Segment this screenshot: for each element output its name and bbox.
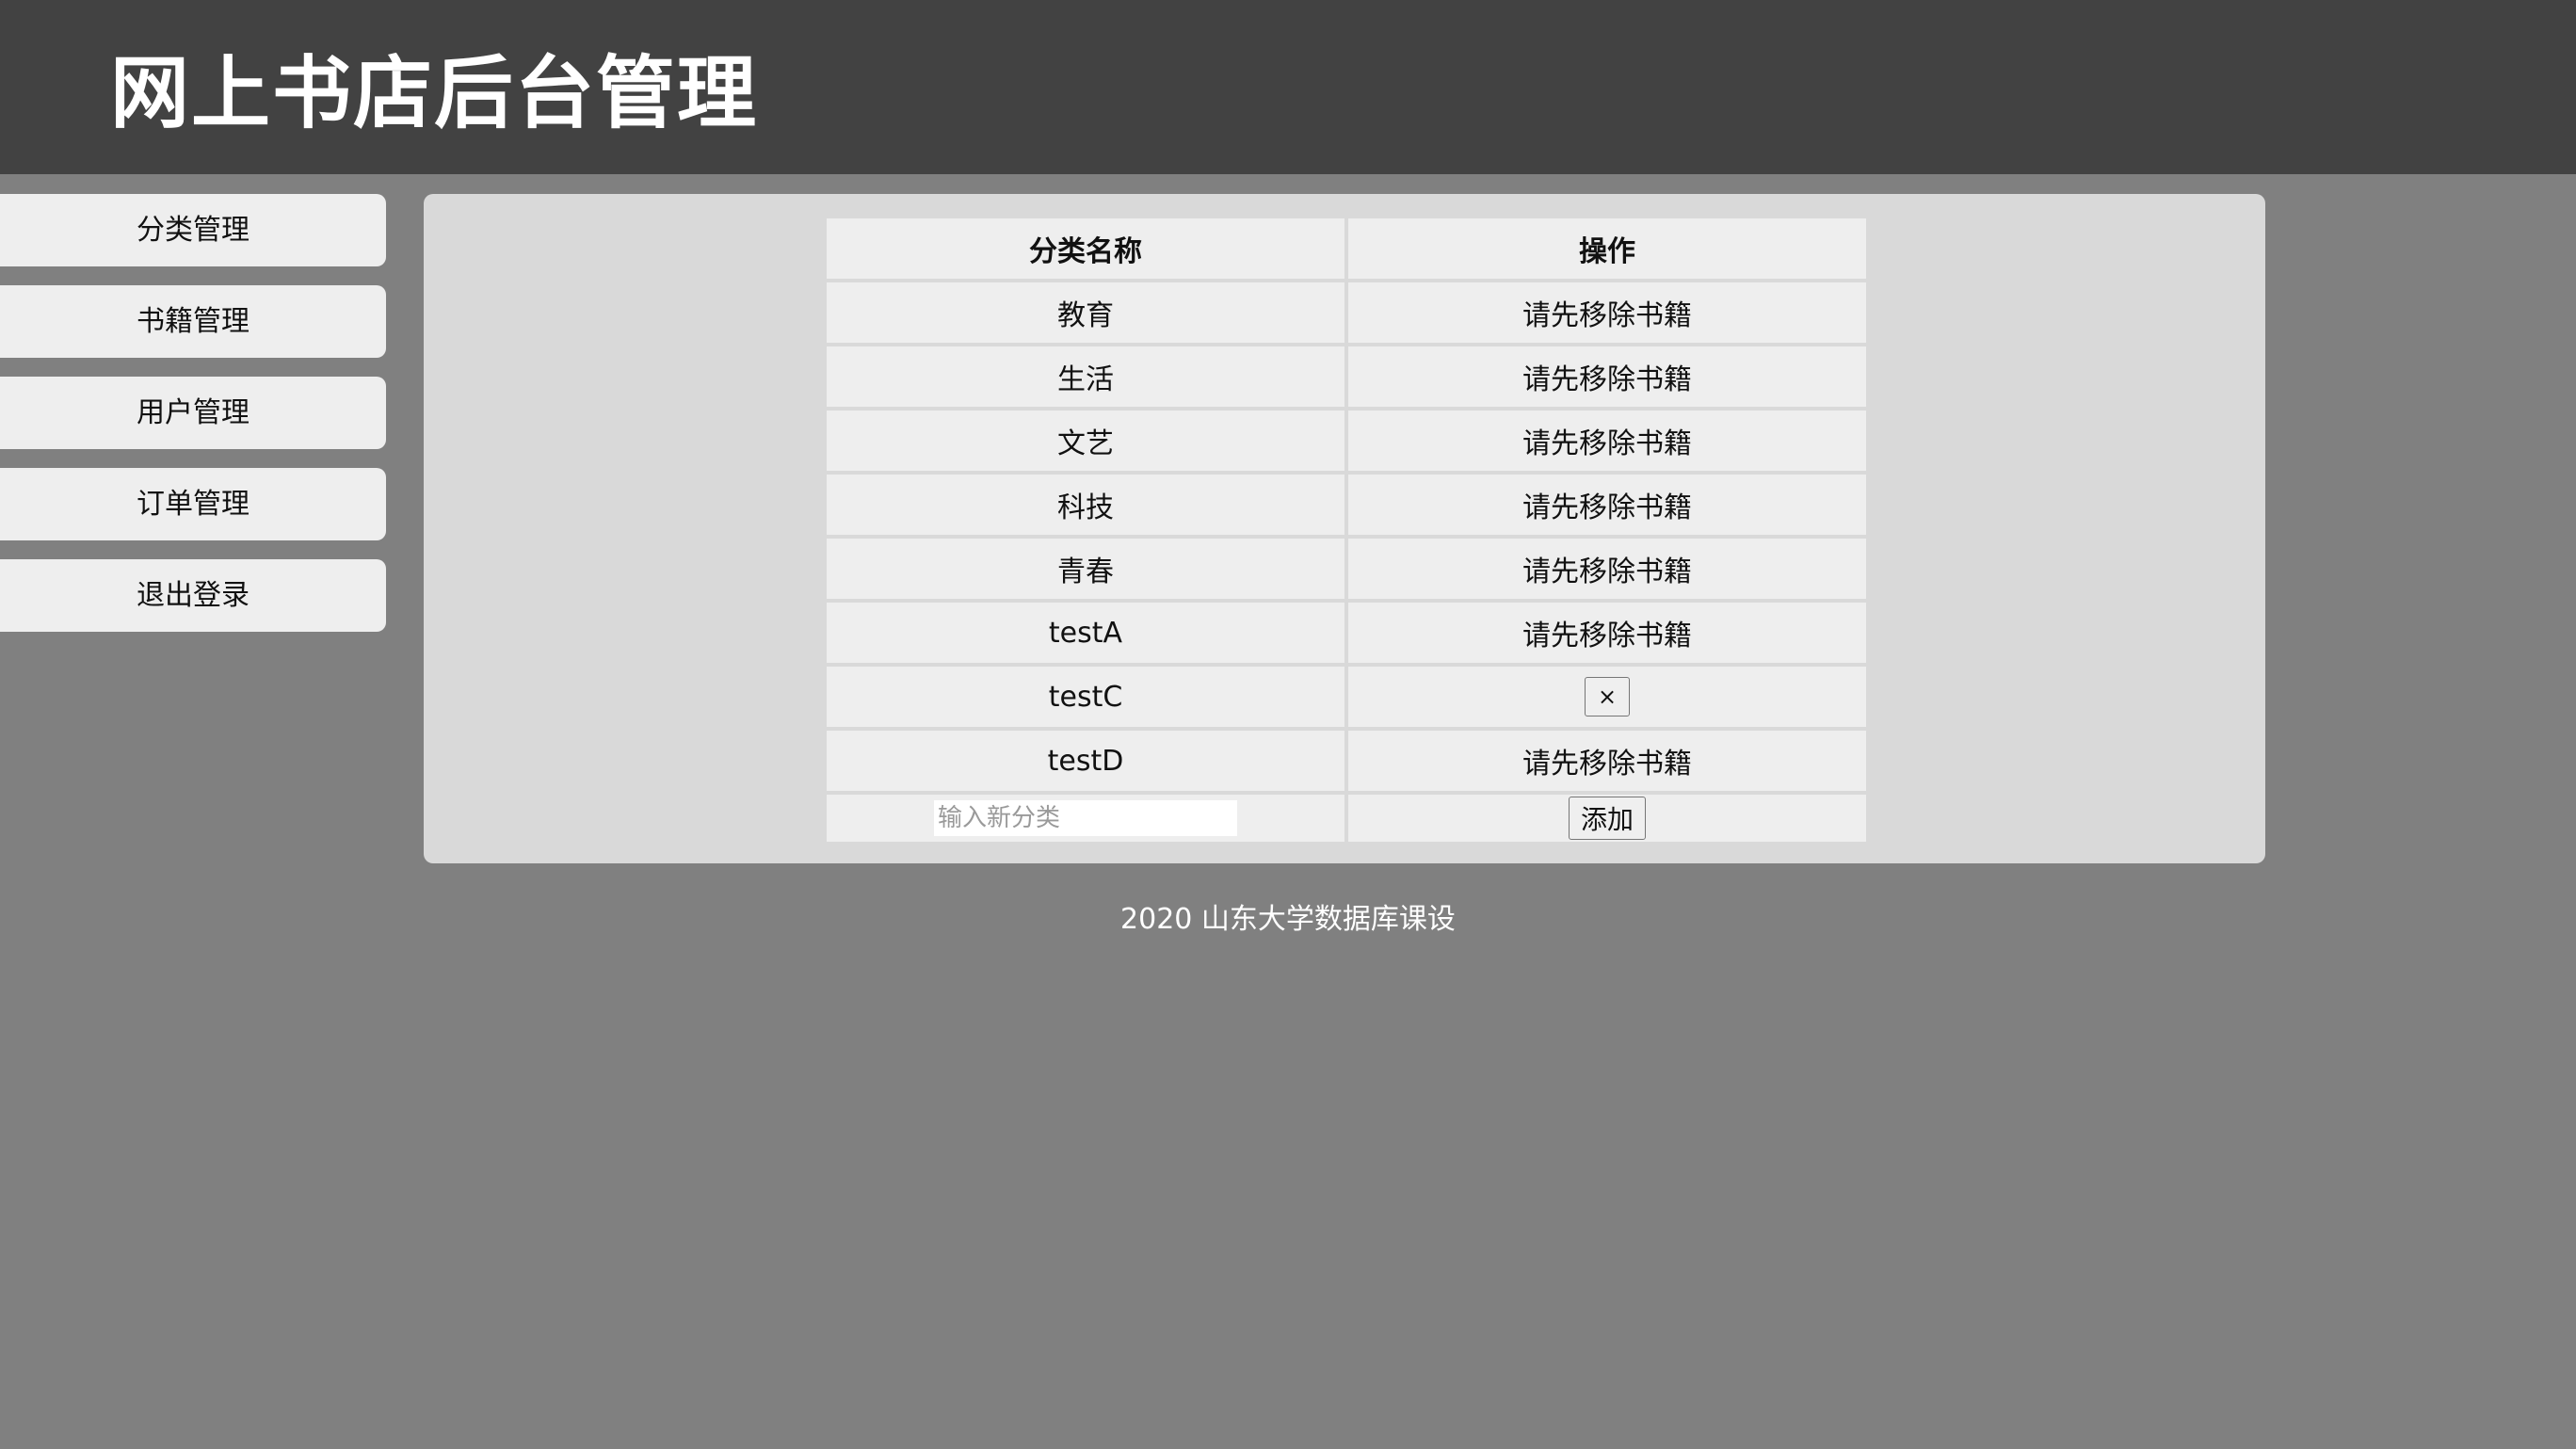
category-name-cell: 文艺 (827, 411, 1344, 471)
table-row: 青春 请先移除书籍 (827, 539, 1866, 599)
action-cell: × (1348, 667, 1866, 727)
new-category-cell (827, 795, 1344, 842)
category-table: 分类名称 操作 教育 请先移除书籍 生活 请先移除书籍 文艺 请先移除书籍 科技… (823, 215, 1870, 845)
sidebar-item-category-management[interactable]: 分类管理 (0, 194, 386, 266)
table-row: testA 请先移除书籍 (827, 603, 1866, 663)
remove-books-first-text: 请先移除书籍 (1348, 475, 1866, 535)
column-header-action: 操作 (1348, 218, 1866, 279)
category-name-cell: testC (827, 667, 1344, 727)
sidebar-item-user-management[interactable]: 用户管理 (0, 377, 386, 449)
sidebar-item-logout[interactable]: 退出登录 (0, 559, 386, 632)
column-header-category-name: 分类名称 (827, 218, 1344, 279)
category-name-cell: 科技 (827, 475, 1344, 535)
sidebar-nav: 分类管理 书籍管理 用户管理 订单管理 退出登录 (0, 194, 386, 651)
category-name-cell: testD (827, 731, 1344, 791)
delete-category-button[interactable]: × (1585, 677, 1630, 716)
remove-books-first-text: 请先移除书籍 (1348, 346, 1866, 407)
remove-books-first-text: 请先移除书籍 (1348, 731, 1866, 791)
add-category-row: 添加 (827, 795, 1866, 842)
table-row: 生活 请先移除书籍 (827, 346, 1866, 407)
category-name-cell: 教育 (827, 282, 1344, 343)
main-panel: 分类名称 操作 教育 请先移除书籍 生活 请先移除书籍 文艺 请先移除书籍 科技… (424, 194, 2265, 863)
category-name-cell: 青春 (827, 539, 1344, 599)
table-header-row: 分类名称 操作 (827, 218, 1866, 279)
add-action-cell: 添加 (1348, 795, 1866, 842)
remove-books-first-text: 请先移除书籍 (1348, 539, 1866, 599)
category-name-cell: 生活 (827, 346, 1344, 407)
table-row: testC × (827, 667, 1866, 727)
remove-books-first-text: 请先移除书籍 (1348, 411, 1866, 471)
table-row: 文艺 请先移除书籍 (827, 411, 1866, 471)
table-row: 科技 请先移除书籍 (827, 475, 1866, 535)
sidebar-item-book-management[interactable]: 书籍管理 (0, 285, 386, 358)
table-row: 教育 请先移除书籍 (827, 282, 1866, 343)
category-name-cell: testA (827, 603, 1344, 663)
sidebar-item-order-management[interactable]: 订单管理 (0, 468, 386, 540)
footer-text: 2020 山东大学数据库课设 (1120, 903, 1456, 936)
add-category-button[interactable]: 添加 (1568, 797, 1646, 840)
new-category-input[interactable] (934, 800, 1237, 836)
page-title: 网上书店后台管理 (110, 47, 759, 139)
remove-books-first-text: 请先移除书籍 (1348, 603, 1866, 663)
remove-books-first-text: 请先移除书籍 (1348, 282, 1866, 343)
table-row: testD 请先移除书籍 (827, 731, 1866, 791)
top-header: 网上书店后台管理 (0, 0, 2576, 174)
